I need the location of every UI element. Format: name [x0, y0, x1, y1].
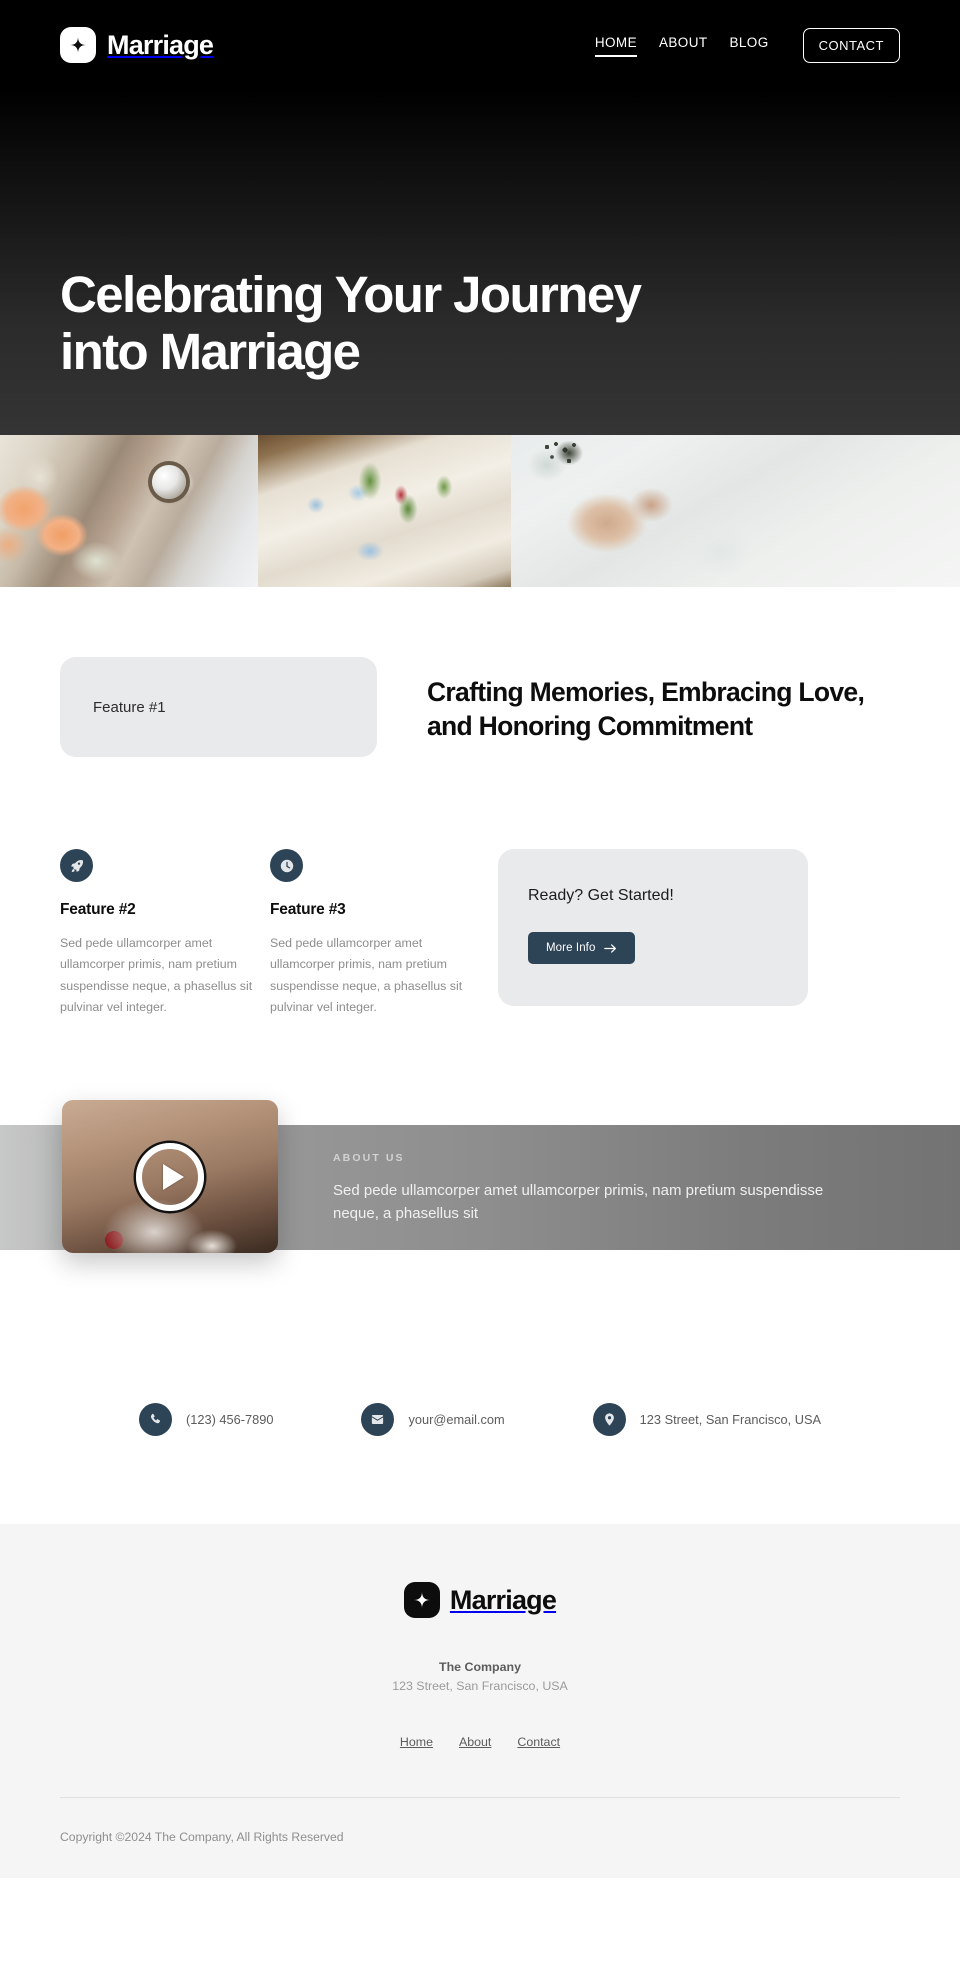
- site-footer: Marriage The Company 123 Street, San Fra…: [0, 1524, 960, 1879]
- hero-title: Celebrating Your Journey into Marriage: [60, 265, 642, 380]
- about-kicker: ABOUT US: [333, 1152, 405, 1165]
- features-heading: Crafting Memories, Embracing Love, and H…: [427, 677, 865, 742]
- footer-link-about[interactable]: About: [459, 1735, 491, 1749]
- landing-page: Marriage HOME ABOUT BLOG CONTACT Celebra…: [0, 0, 960, 1879]
- play-icon[interactable]: [136, 1142, 204, 1211]
- feature-card-1-label: Feature #1: [93, 698, 166, 716]
- nav-item-blog[interactable]: BLOG: [730, 35, 769, 55]
- footer-address: 123 Street, San Francisco, USA: [392, 1679, 568, 1694]
- map-pin-icon: [592, 1403, 626, 1437]
- pinwheel-logo-icon: [403, 1582, 440, 1619]
- about-video-thumbnail[interactable]: [62, 1100, 278, 1254]
- hero-section: Celebrating Your Journey into Marriage: [0, 90, 960, 435]
- contact-address[interactable]: 123 Street, San Francisco, USA: [592, 1403, 822, 1437]
- site-header: Marriage HOME ABOUT BLOG CONTACT: [0, 0, 960, 90]
- features-columns-row: Feature #2 Sed pede ullamcorper amet ull…: [60, 757, 900, 1018]
- footer-brand-name: Marriage: [449, 1584, 557, 1615]
- contact-phone-text: (123) 456-7890: [185, 1412, 274, 1428]
- footer-links: Home About Contact: [60, 1735, 900, 1749]
- feature-column-2-body: Sed pede ullamcorper amet ullamcorper pr…: [60, 936, 253, 1014]
- about-section: ABOUT US Sed pede ullamcorper amet ullam…: [0, 1100, 960, 1275]
- primary-nav: HOME ABOUT BLOG CONTACT: [594, 27, 900, 63]
- contact-email-text: your@email.com: [408, 1412, 505, 1428]
- gallery-image-1: [0, 435, 258, 587]
- clock-icon: [270, 849, 303, 882]
- phone-icon: [138, 1403, 172, 1437]
- feature-card-1[interactable]: Feature #1: [60, 657, 377, 757]
- arrow-right-icon: [604, 943, 617, 953]
- feature-column-3: Feature #3 Sed pede ullamcorper amet ull…: [270, 849, 480, 1018]
- feature-column-2: Feature #2 Sed pede ullamcorper amet ull…: [60, 849, 270, 1018]
- footer-company-name: The Company: [439, 1660, 521, 1675]
- feature-column-3-title: Feature #3: [270, 901, 346, 918]
- contact-email[interactable]: your@email.com: [361, 1403, 505, 1437]
- features-intro-row: Feature #1 Crafting Memories, Embracing …: [60, 657, 900, 757]
- about-body: Sed pede ullamcorper amet ullamcorper pr…: [333, 1182, 824, 1222]
- more-info-button-label: More Info: [546, 942, 596, 954]
- more-info-button[interactable]: More Info: [528, 932, 636, 964]
- brand-logo-link[interactable]: Marriage: [60, 27, 214, 63]
- contact-button[interactable]: CONTACT: [802, 27, 900, 63]
- contact-info-row: (123) 456-7890 your@email.com 123 Street…: [0, 1275, 960, 1525]
- contact-phone[interactable]: (123) 456-7890: [138, 1403, 274, 1437]
- gallery-image-2: [258, 435, 511, 587]
- contact-address-text: 123 Street, San Francisco, USA: [639, 1412, 822, 1428]
- features-section: Feature #1 Crafting Memories, Embracing …: [0, 587, 960, 1019]
- cta-title: Ready? Get Started!: [528, 887, 674, 904]
- nav-item-home[interactable]: HOME: [594, 35, 638, 57]
- gallery-strip: [0, 435, 960, 587]
- about-text-block: ABOUT US Sed pede ullamcorper amet ullam…: [333, 1152, 873, 1225]
- feature-column-2-title: Feature #2: [60, 901, 136, 918]
- footer-brand-link[interactable]: Marriage: [60, 1582, 900, 1619]
- rocket-icon: [60, 849, 93, 882]
- cta-card: Ready? Get Started! More Info: [498, 849, 808, 1006]
- footer-link-home[interactable]: Home: [400, 1735, 433, 1749]
- feature-column-3-body: Sed pede ullamcorper amet ullamcorper pr…: [270, 936, 463, 1014]
- nav-item-about[interactable]: ABOUT: [659, 35, 708, 55]
- brand-name: Marriage: [107, 29, 214, 60]
- footer-link-contact[interactable]: Contact: [517, 1735, 560, 1749]
- copyright-text: Copyright ©2024 The Company, All Rights …: [60, 1830, 344, 1845]
- envelope-icon: [361, 1403, 395, 1437]
- pinwheel-logo-icon: [60, 27, 96, 63]
- gallery-image-3: [511, 435, 960, 587]
